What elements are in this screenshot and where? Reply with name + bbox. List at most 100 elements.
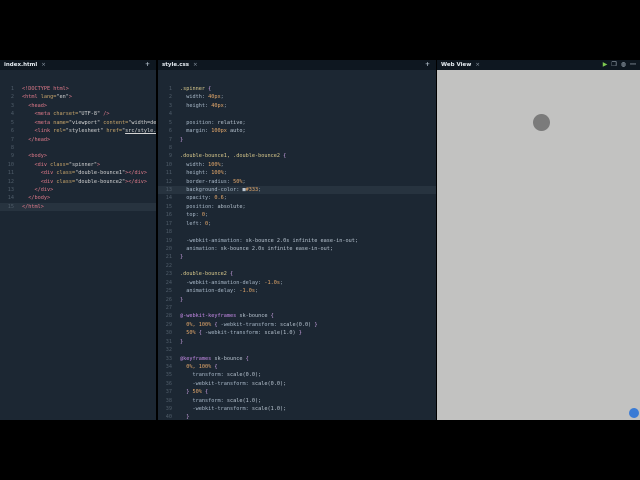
code-line: 3 height: 40px;: [158, 102, 436, 110]
code-token: charset=: [53, 111, 79, 118]
code-line: 15 </html>: [0, 202, 156, 212]
code-token: "UTF-8": [78, 111, 101, 118]
tab-label: index.html: [4, 62, 38, 68]
code-token: >: [68, 94, 72, 101]
tab-web-view[interactable]: Web View × ▶ ❐ ◍ ⋯: [437, 60, 640, 70]
code-line: 26}: [158, 296, 436, 304]
code-token: ;: [254, 288, 259, 295]
new-tab-icon[interactable]: +: [425, 61, 430, 68]
tab-label: style.css: [162, 62, 190, 68]
line-number: 18: [165, 229, 172, 236]
code-token: "viewport": [68, 119, 101, 126]
code-token: @keyframes: [180, 355, 215, 362]
line-number: 34: [165, 363, 172, 370]
code-line: 5 <meta name= "viewport" content= "width=d…: [0, 119, 156, 127]
close-icon[interactable]: ×: [475, 62, 480, 68]
line-number: 16: [165, 212, 172, 219]
line-number: 15: [7, 203, 14, 210]
code-token: sk-bounce: [214, 355, 246, 362]
code-token: -webkit-transform:: [220, 321, 280, 328]
code-token: }: [180, 338, 184, 345]
code-token: </div>: [22, 187, 54, 194]
code-token: "en": [56, 94, 69, 101]
code-token: <link: [22, 128, 54, 135]
code-token: {: [229, 271, 234, 278]
copy-icon[interactable]: ❐: [611, 61, 616, 68]
code-token: }: [180, 136, 184, 143]
code-token: {: [214, 363, 218, 370]
code-line: 4 <meta charset= "UTF-8" />: [0, 110, 156, 118]
code-token: 40px: [211, 102, 224, 109]
help-icon[interactable]: [629, 408, 639, 418]
line-number: 29: [165, 321, 172, 328]
globe-icon[interactable]: ◍: [621, 61, 626, 68]
more-icon[interactable]: ⋯: [630, 61, 636, 68]
new-tab-icon[interactable]: +: [145, 61, 150, 68]
code-token: 50%: [180, 330, 199, 337]
code-line: 9 .double-bounce1, .double-bounce2 {: [158, 152, 436, 160]
line-number: 5: [10, 119, 14, 126]
code-token: ;: [223, 195, 227, 202]
code-line: 10 <div class= "spinner" >: [0, 161, 156, 169]
tab-index-html[interactable]: index.html × +: [0, 60, 156, 70]
code-line: 24 -webkit-animation-delay: -1.0s;: [158, 279, 436, 287]
code-token: -webkit-animation:: [180, 237, 246, 244]
line-number: 24: [165, 279, 172, 286]
line-number: 10: [7, 161, 14, 168]
code-line: 2 <html lang= "en" >: [0, 93, 156, 101]
code-area[interactable]: 1 .spinner {2 width: 40px; 3 height: 40px;…: [158, 70, 436, 420]
code-token: animation:: [180, 246, 221, 253]
code-token: 100%: [211, 170, 224, 177]
code-token: -1.0s: [239, 288, 255, 295]
code-token: ;: [223, 170, 227, 177]
line-number: 2: [10, 94, 14, 101]
code-token: scale(1.0);: [251, 406, 287, 413]
line-number: 31: [165, 338, 172, 345]
code-line: 25 animation-delay: -1.0s;: [158, 287, 436, 295]
code-line: 12 <div class= "double-bounce2" ></div>: [0, 178, 156, 186]
code-token: -webkit-animation-delay:: [180, 279, 265, 286]
line-number: 14: [165, 195, 172, 202]
line-number: 3: [168, 102, 172, 109]
line-number: 10: [165, 161, 172, 168]
line-number: 8: [168, 144, 172, 151]
code-token: <head>: [22, 102, 47, 109]
line-number: 1: [10, 86, 14, 92]
line-number: 12: [165, 178, 172, 185]
code-token: opacity:: [180, 195, 215, 202]
code-token: -webkit-transform:: [180, 406, 252, 413]
code-token: ;: [258, 187, 262, 194]
close-icon[interactable]: ×: [41, 62, 46, 68]
line-number: 30: [165, 330, 172, 337]
code-token: ></div>: [125, 178, 147, 185]
code-line: 28 @-webkit-keyframes sk-bounce {: [158, 312, 436, 320]
code-token: "double-bounce1": [75, 170, 126, 177]
code-token: <div: [22, 178, 57, 185]
code-token: }: [314, 321, 318, 328]
code-token: -webkit-transform:: [180, 380, 252, 387]
code-token: lang=: [40, 94, 57, 101]
close-icon[interactable]: ×: [193, 62, 198, 68]
code-token: width:: [180, 94, 209, 101]
line-number: 23: [165, 271, 172, 278]
code-line: 20 animation: sk-bounce 2.0s infinite ea…: [158, 245, 436, 253]
code-line: 22: [158, 262, 436, 270]
code-line: 29 0%, 100% { -webkit-transform: scale(0…: [158, 321, 436, 329]
code-token: sk-bounce 2.0s infinite ease-in-out;: [245, 237, 359, 244]
code-token: <html: [22, 94, 41, 101]
code-line: 5 position: relative;: [158, 119, 436, 127]
code-token: {: [283, 153, 287, 160]
code-token: content=: [100, 119, 129, 126]
code-line: 3 <head>: [0, 102, 156, 110]
code-token: 100px: [211, 128, 227, 135]
tab-style-css[interactable]: style.css × +: [158, 60, 436, 70]
code-token: 0%, 100%: [180, 321, 215, 328]
line-number: 38: [165, 397, 172, 404]
code-line: 39 -webkit-transform: scale(1.0);: [158, 405, 436, 413]
code-area[interactable]: 1 <!DOCTYPE html> 2 <html lang= "en" >3 <head…: [0, 70, 156, 212]
line-number: 1: [168, 86, 172, 92]
code-token: @-webkit-keyframes: [180, 313, 240, 320]
line-number: 9: [10, 153, 14, 160]
code-token: 0.6: [214, 195, 224, 202]
run-icon[interactable]: ▶: [603, 61, 608, 68]
